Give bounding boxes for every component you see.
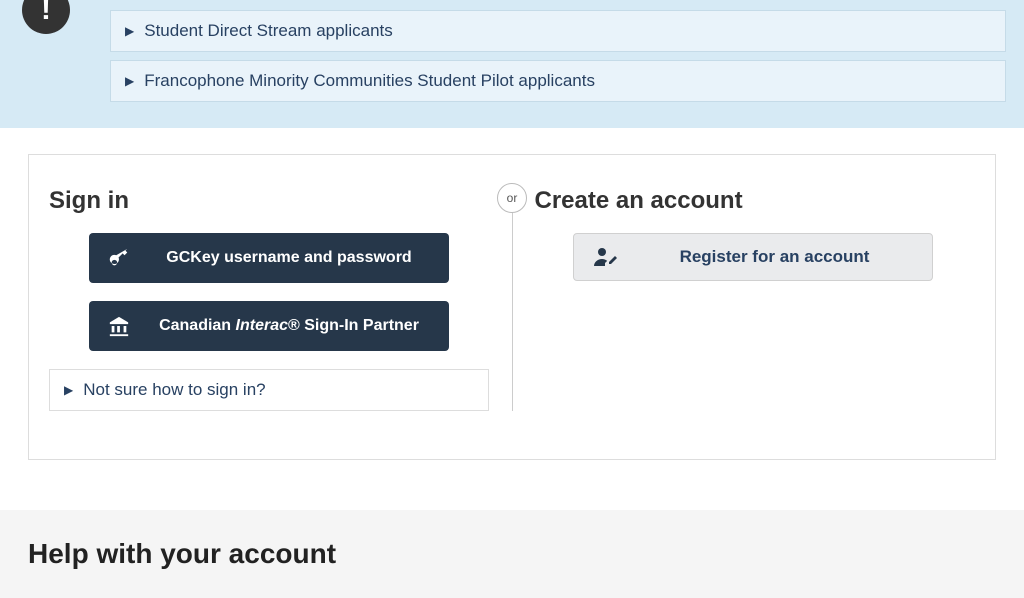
- chevron-right-icon: ▶: [125, 74, 134, 88]
- expander-label: Not sure how to sign in?: [83, 380, 265, 400]
- key-icon: [107, 247, 131, 269]
- alert-icon: !: [22, 0, 70, 34]
- signin-panel: Sign in GCKey username and password Cana…: [28, 154, 996, 460]
- register-account-button[interactable]: Register for an account: [573, 233, 933, 281]
- notice-expanders: ▶ Student Direct Stream applicants ▶ Fra…: [110, 0, 1006, 102]
- user-edit-icon: [592, 246, 620, 268]
- signin-title: Sign in: [49, 187, 512, 215]
- create-account-column: Create an account Register for an accoun…: [513, 187, 976, 411]
- button-label: GCKey username and password: [147, 249, 431, 267]
- signin-column: Sign in GCKey username and password Cana…: [49, 187, 512, 411]
- bank-icon: [107, 315, 131, 337]
- expander-francophone-pilot[interactable]: ▶ Francophone Minority Communities Stude…: [110, 60, 1006, 102]
- expander-not-sure-signin[interactable]: ▶ Not sure how to sign in?: [49, 369, 489, 411]
- interac-signin-button[interactable]: Canadian Interac® Sign-In Partner: [89, 301, 449, 351]
- expander-student-direct-stream[interactable]: ▶ Student Direct Stream applicants: [110, 10, 1006, 52]
- button-label: Register for an account: [636, 247, 914, 267]
- help-title: Help with your account: [28, 538, 996, 570]
- chevron-right-icon: ▶: [64, 383, 73, 397]
- chevron-right-icon: ▶: [125, 24, 134, 38]
- notice-band: ! ▶ Student Direct Stream applicants ▶ F…: [0, 0, 1024, 128]
- button-label: Canadian Interac® Sign-In Partner: [147, 317, 431, 335]
- expander-label: Francophone Minority Communities Student…: [144, 71, 595, 91]
- gckey-signin-button[interactable]: GCKey username and password: [89, 233, 449, 283]
- create-account-title: Create an account: [535, 187, 976, 215]
- help-section: Help with your account: [0, 510, 1024, 598]
- expander-label: Student Direct Stream applicants: [144, 21, 393, 41]
